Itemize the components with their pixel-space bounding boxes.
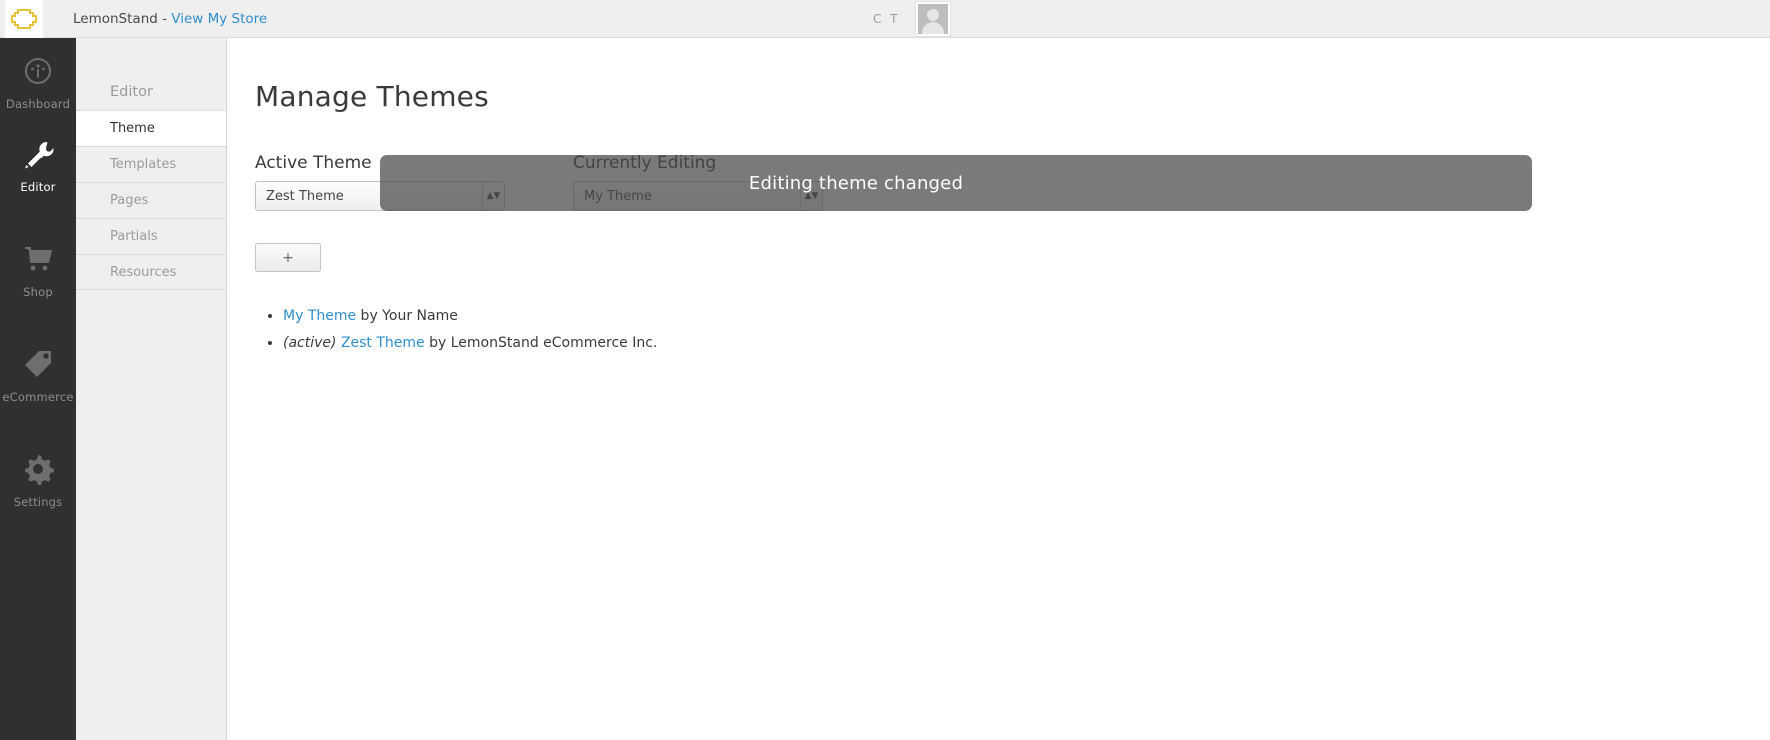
currently-editing-label: Currently Editing: [573, 153, 717, 173]
active-theme-badge: (active): [283, 335, 341, 352]
logo-container[interactable]: [5, 0, 43, 38]
sidebar-item-ecommerce[interactable]: eCommerce: [0, 331, 76, 414]
theme-list: My Theme by Your Name (active) Zest Them…: [283, 306, 1770, 354]
rail-spacer: [0, 414, 76, 436]
sidebar-item-label: Shop: [23, 285, 53, 299]
sidebar-item-settings[interactable]: Settings: [0, 436, 76, 519]
sidebar-item-label: Editor: [20, 180, 56, 194]
currently-editing-select[interactable]: My Theme ▲ ▼: [573, 181, 823, 211]
avatar[interactable]: [915, 0, 951, 37]
theme-link-zest-theme[interactable]: Zest Theme: [341, 335, 425, 351]
avatar-head-shape: [927, 8, 939, 21]
primary-sidebar: Dashboard Editor Shop eCommerce Settings: [0, 38, 76, 740]
brand-name: LemonStand -: [73, 10, 172, 27]
chevron-updown-icon: ▲ ▼: [800, 182, 822, 210]
add-theme-button[interactable]: +: [255, 243, 321, 272]
brand-title: LemonStand - View My Store: [73, 11, 267, 27]
currently-editing-field: Currently Editing My Theme ▲ ▼: [573, 153, 823, 211]
active-theme-field: Active Theme Zest Theme ▲ ▼: [255, 153, 505, 211]
sidebar-item-label: Dashboard: [5, 97, 71, 111]
page-title: Manage Themes: [255, 80, 489, 113]
header-user-area: C T: [872, 0, 1770, 37]
sidebar-item-editor[interactable]: Editor: [0, 121, 76, 204]
sidebar-item-shop[interactable]: Shop: [0, 226, 76, 309]
subnav-item-partials[interactable]: Partials: [76, 218, 226, 254]
list-item: My Theme by Your Name: [283, 306, 1770, 326]
active-theme-label: Active Theme: [255, 153, 372, 173]
top-header-bar: LemonStand - View My Store C T: [0, 0, 1770, 38]
rail-spacer: [0, 204, 76, 226]
rail-spacer: [0, 309, 76, 331]
gauge-icon: [19, 52, 57, 90]
theme-author: by Your Name: [356, 308, 458, 324]
view-my-store-link[interactable]: View My Store: [171, 11, 267, 27]
avatar-body-shape: [922, 21, 944, 34]
currently-editing-selected-value: My Theme: [584, 188, 652, 204]
sidebar-item-label: eCommerce: [2, 390, 74, 404]
sidebar-item-label: Settings: [13, 495, 63, 509]
subnav-item-pages[interactable]: Pages: [76, 182, 226, 218]
list-item: (active) Zest Theme by LemonStand eComme…: [283, 333, 1770, 353]
shopping-cart-icon: [19, 240, 57, 278]
lemonstand-logo-icon: [11, 8, 37, 29]
subnav-item-resources[interactable]: Resources: [76, 254, 226, 290]
theme-selectors-row: Active Theme Zest Theme ▲ ▼ Currently Edi…: [228, 153, 1770, 211]
theme-link-my-theme[interactable]: My Theme: [283, 308, 356, 324]
chevron-updown-icon: ▲ ▼: [482, 182, 504, 210]
user-initials: C T: [872, 11, 900, 26]
tools-icon: [19, 135, 57, 173]
price-tag-icon: [19, 345, 57, 383]
sidebar-item-dashboard[interactable]: Dashboard: [0, 38, 76, 121]
subnav-section-title: Editor: [110, 84, 153, 100]
active-theme-select[interactable]: Zest Theme ▲ ▼: [255, 181, 505, 211]
active-theme-selected-value: Zest Theme: [266, 188, 344, 204]
subnav-item-theme[interactable]: Theme: [76, 110, 226, 146]
gear-icon: [19, 450, 57, 488]
main-content: Manage Themes Active Theme Zest Theme ▲ ▼…: [228, 38, 1770, 740]
subnav-item-templates[interactable]: Templates: [76, 146, 226, 182]
theme-author: by LemonStand eCommerce Inc.: [424, 335, 658, 352]
secondary-sidebar: Editor Theme Templates Pages Partials Re…: [76, 38, 227, 740]
